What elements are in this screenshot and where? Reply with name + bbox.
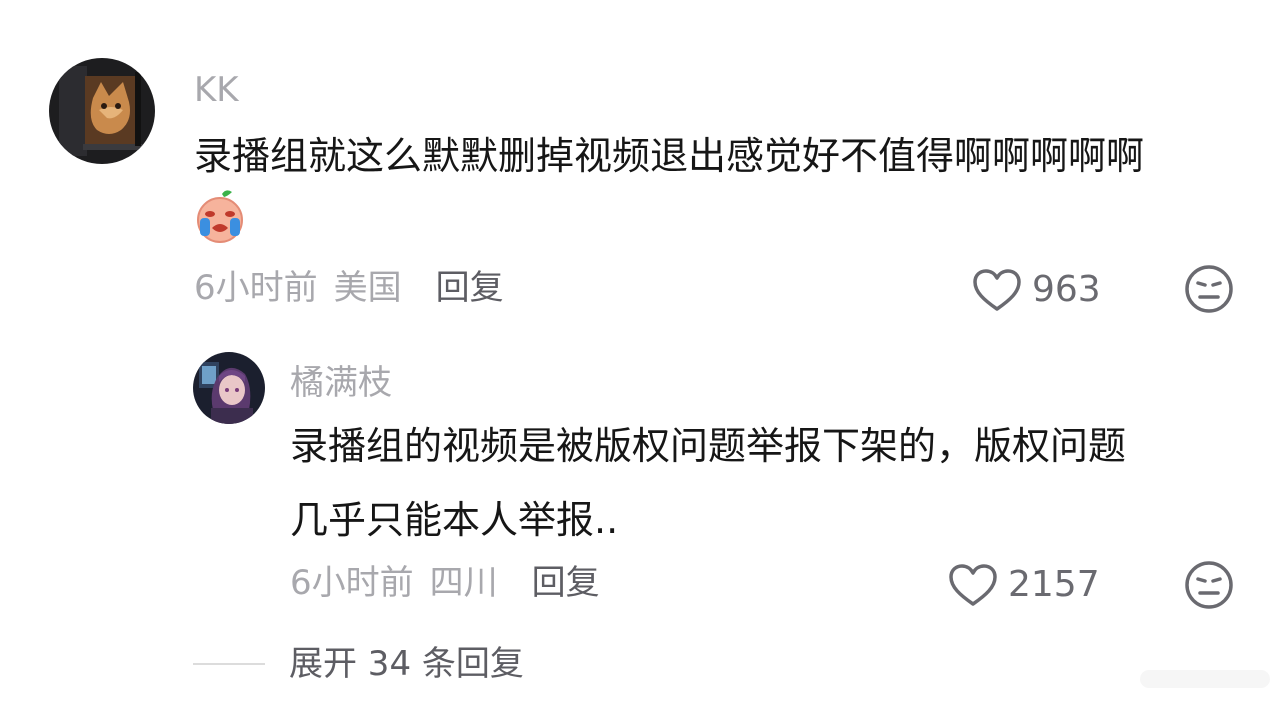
comment-meta: 6小时前 四川 回复 — [290, 563, 600, 603]
timestamp: 6小时前 — [290, 563, 414, 603]
divider — [193, 663, 265, 665]
avatar[interactable] — [193, 352, 265, 424]
like-count: 2157 — [1008, 564, 1100, 605]
username[interactable]: KK — [194, 70, 239, 110]
dislike-button[interactable] — [1184, 560, 1234, 614]
avatar-cat-image — [49, 58, 155, 164]
neutral-face-icon — [1185, 265, 1233, 313]
comment-text: 录播组的视频是被版权问题举报下架的，版权问题 — [290, 424, 1127, 468]
neutral-face-icon — [1185, 561, 1233, 609]
like-button[interactable]: 2157 — [948, 563, 1100, 607]
expand-replies-label: 展开 34 条回复 — [289, 644, 524, 684]
dislike-button[interactable] — [1184, 264, 1234, 318]
timestamp: 6小时前 — [194, 268, 318, 308]
expand-replies-button[interactable]: 展开 34 条回复 — [193, 644, 524, 684]
username[interactable]: 橘满枝 — [290, 363, 392, 403]
comment-text: 几乎只能本人举报.. — [290, 498, 619, 542]
location: 四川 — [429, 563, 498, 603]
comment-meta: 6小时前 美国 回复 — [194, 268, 504, 308]
heart-outline-icon — [973, 269, 1021, 311]
heart-outline-icon — [949, 564, 997, 606]
avatar[interactable] — [49, 58, 155, 164]
location: 美国 — [333, 268, 402, 308]
comment-text: 录播组就这么默默删掉视频退出感觉好不值得啊啊啊啊啊 — [194, 134, 1145, 178]
reply-button[interactable]: 回复 — [532, 563, 600, 603]
watermark — [1140, 664, 1270, 694]
like-count: 963 — [1032, 269, 1101, 310]
reply-button[interactable]: 回复 — [436, 268, 504, 308]
comment-thread: KK 录播组就这么默默删掉视频退出感觉好不值得啊啊啊啊啊 6小时前 美国 回复 … — [0, 0, 1284, 706]
avatar-anime-image — [193, 352, 265, 424]
like-button[interactable]: 963 — [972, 268, 1101, 312]
crying-face-emoji — [192, 188, 248, 244]
